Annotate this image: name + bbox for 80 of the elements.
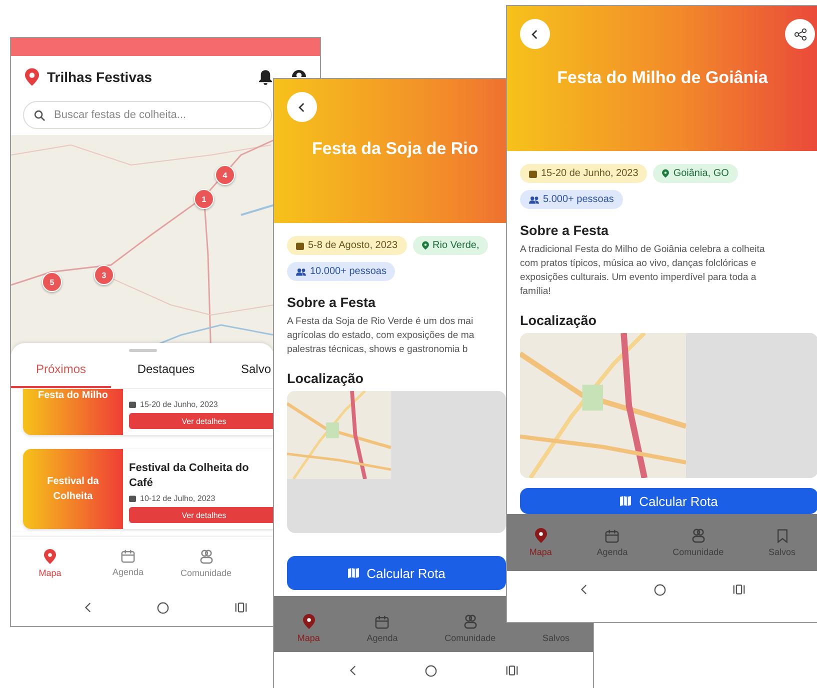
calendar-icon	[129, 495, 136, 502]
map-icon	[348, 568, 359, 578]
back-icon[interactable]	[580, 584, 588, 595]
nav-item[interactable]: Agenda	[592, 514, 632, 571]
pin-icon	[534, 528, 547, 543]
about-text: A Festa da Soja de Rio Verde é um dos mai agrícolas do estado, com exposições de ma palestras técnicas, shows e gastronomia b	[287, 315, 476, 357]
recents-icon[interactable]	[506, 665, 518, 676]
share-button[interactable]	[785, 19, 815, 49]
section-heading: Sobre a Festa	[287, 295, 377, 310]
event-date: 15-20 de Junho, 2023	[140, 400, 218, 409]
recents-icon[interactable]	[235, 602, 247, 613]
map-marker[interactable]: 5	[42, 272, 62, 292]
home-icon[interactable]	[654, 584, 666, 596]
pin-icon	[662, 169, 670, 178]
people-icon	[529, 196, 539, 204]
people-icon	[462, 614, 478, 629]
search-icon	[34, 110, 45, 121]
nav-item[interactable]: Agenda	[362, 596, 402, 652]
nav-item[interactable]: Comunidade	[668, 514, 728, 571]
chip-text: 5-8 de Agosto, 2023	[308, 240, 398, 251]
section-heading: Sobre a Festa	[520, 223, 610, 238]
home-icon[interactable]	[157, 602, 169, 614]
recents-icon[interactable]	[732, 584, 745, 595]
chip-text: 15-20 de Junho, 2023	[541, 168, 638, 179]
map-icon	[620, 496, 632, 506]
calendar-icon	[129, 401, 136, 408]
event-title: Festival da Colheita do Café	[129, 461, 250, 490]
nav-item[interactable]: Mapa	[11, 537, 89, 589]
event-date: 10-12 de Julho, 2023	[140, 494, 216, 503]
nav-item[interactable]: Comunidade	[167, 537, 245, 589]
map-view[interactable]: 4 1 3 5	[11, 135, 273, 355]
pin-icon	[422, 241, 429, 250]
event-banner: Festa do Milho	[23, 389, 123, 435]
nav-item[interactable]: Agenda	[89, 537, 167, 589]
app-title: Trilhas Festivas	[47, 69, 154, 85]
route-button[interactable]: Calcular Rota	[287, 556, 506, 590]
tab[interactable]: Destaques	[111, 352, 221, 388]
about-text: A tradicional Festa do Milho de Goiânia celebra a colheita com pratos típicos, música ao vivo, danças folclóricas e exposições culturais. Um evento imperdível para toda a família!	[520, 243, 766, 299]
nav-item[interactable]: Mapa	[293, 596, 324, 652]
pin-icon	[44, 548, 56, 564]
chip-text: 10.000+ pessoas	[310, 266, 386, 277]
bookmark-icon	[776, 528, 788, 542]
search-field[interactable]: Buscar festas de colheita...	[23, 101, 272, 129]
section-heading: Localização	[287, 371, 365, 386]
section-heading: Localização	[520, 313, 598, 328]
event-title: Festa da Soja de Rio	[311, 139, 480, 159]
nav-item[interactable]: Salvos	[538, 626, 574, 652]
map-marker[interactable]: 3	[94, 265, 114, 285]
map-marker[interactable]: 1	[194, 189, 214, 209]
details-button[interactable]: Ver detalhes	[129, 413, 274, 429]
pin-icon	[25, 68, 39, 86]
people-icon	[198, 548, 214, 564]
calendar-icon	[529, 170, 537, 178]
back-icon	[531, 28, 539, 40]
home-icon[interactable]	[424, 664, 437, 676]
nav-item[interactable]: Mapa	[525, 514, 556, 571]
details-button[interactable]: Ver detalhes	[129, 507, 274, 523]
bell-icon[interactable]	[259, 70, 272, 84]
calendar-icon	[605, 528, 620, 542]
pin-icon	[302, 614, 315, 629]
calendar-icon	[121, 549, 135, 563]
nav-item[interactable]: Salvos	[764, 514, 800, 571]
drag-handle[interactable]	[128, 349, 156, 352]
people-icon	[296, 268, 306, 276]
chip-text: 5.000+ pessoas	[543, 194, 614, 205]
tab[interactable]: Salvo	[221, 352, 274, 388]
calendar-icon	[296, 242, 304, 250]
chip-text: Goiânia, GO	[673, 168, 729, 179]
share-icon	[794, 28, 806, 40]
nav-item[interactable]: Comunidade	[440, 596, 500, 652]
event-banner: Festival da Colheita	[23, 449, 123, 529]
back-icon	[298, 102, 306, 112]
calendar-icon	[375, 615, 390, 629]
route-button[interactable]: Calcular Rota	[520, 488, 817, 514]
chip-text: Rio Verde,	[432, 240, 480, 251]
event-title: Festa do Milho de Goiânia	[556, 68, 769, 88]
map-marker[interactable]: 4	[215, 165, 235, 185]
people-icon	[690, 528, 706, 543]
back-icon[interactable]	[348, 665, 356, 676]
back-icon[interactable]	[84, 602, 91, 613]
